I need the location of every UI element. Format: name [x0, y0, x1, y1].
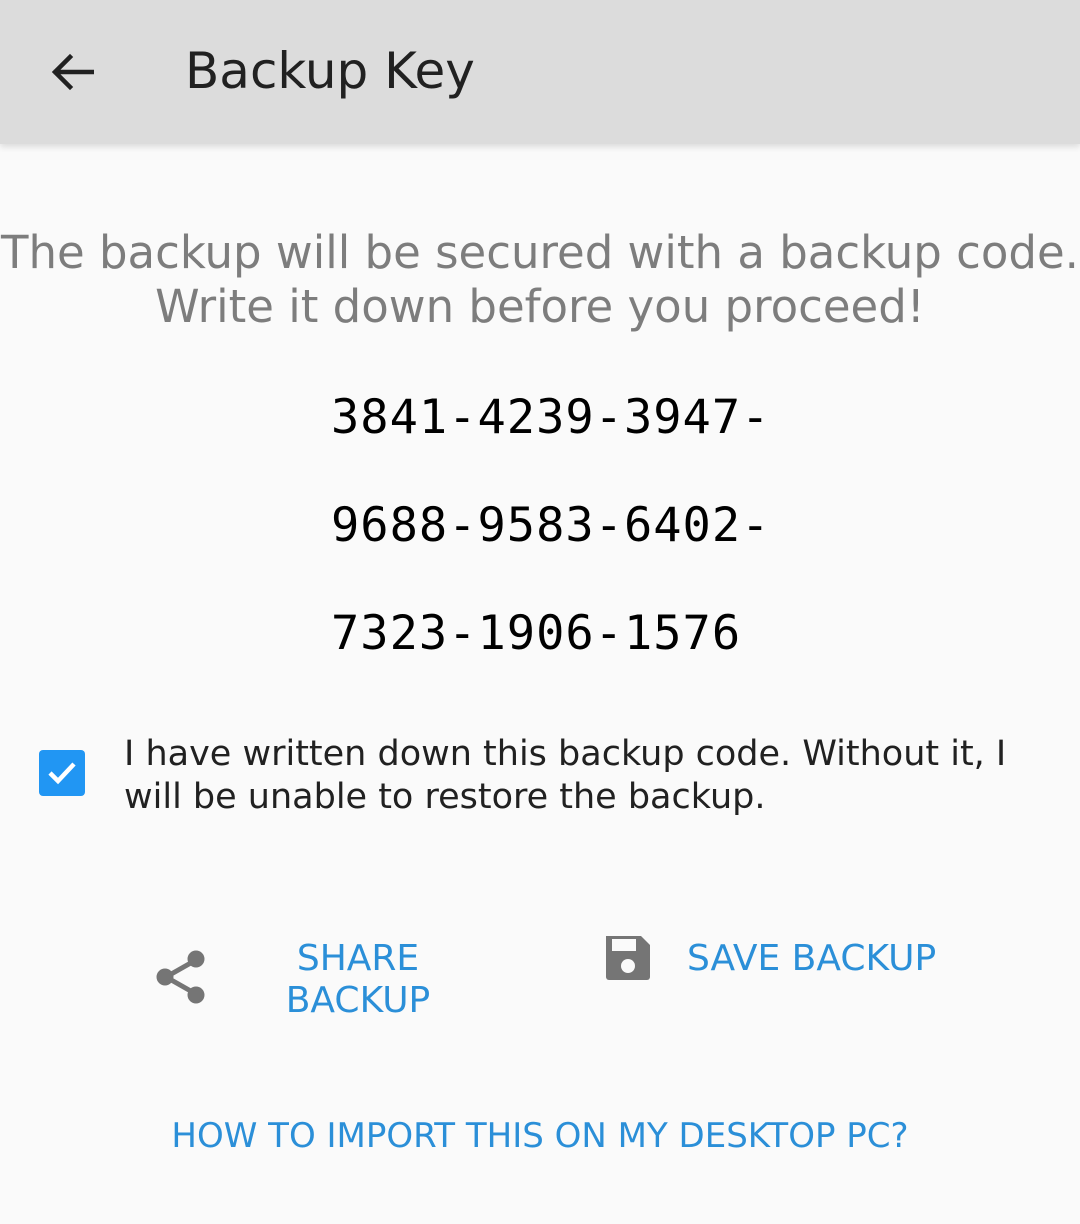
- floppy-disk-icon: [606, 936, 650, 980]
- intro-text: The backup will be secured with a backup…: [0, 226, 1080, 334]
- confirm-label[interactable]: I have written down this backup code. Wi…: [124, 733, 1054, 819]
- page-title: Backup Key: [185, 42, 475, 100]
- save-backup-label: SAVE BACKUP: [687, 938, 937, 979]
- backup-code-line-3: 7323-1906-1576: [331, 606, 742, 661]
- share-backup-label: SHARE BACKUP: [270, 938, 446, 1022]
- intro-line-2: Write it down before you proceed!: [155, 280, 925, 333]
- arrow-left-icon: [51, 53, 94, 91]
- backup-code-line-1: 3841-4239-3947-: [331, 390, 771, 445]
- checkmark-icon: [48, 762, 76, 785]
- backup-code-line-2: 9688-9583-6402-: [331, 498, 771, 553]
- share-label-line-1: SHARE: [296, 938, 420, 979]
- share-label-line-2: BACKUP: [285, 980, 431, 1021]
- desktop-import-help-link[interactable]: HOW TO IMPORT THIS ON MY DESKTOP PC?: [0, 1116, 1080, 1156]
- app-bar: Backup Key: [0, 0, 1080, 144]
- intro-line-1: The backup will be secured with a backup…: [0, 226, 1079, 279]
- confirm-checkbox[interactable]: [39, 750, 85, 796]
- share-icon: [156, 950, 205, 1004]
- back-button[interactable]: [40, 40, 104, 104]
